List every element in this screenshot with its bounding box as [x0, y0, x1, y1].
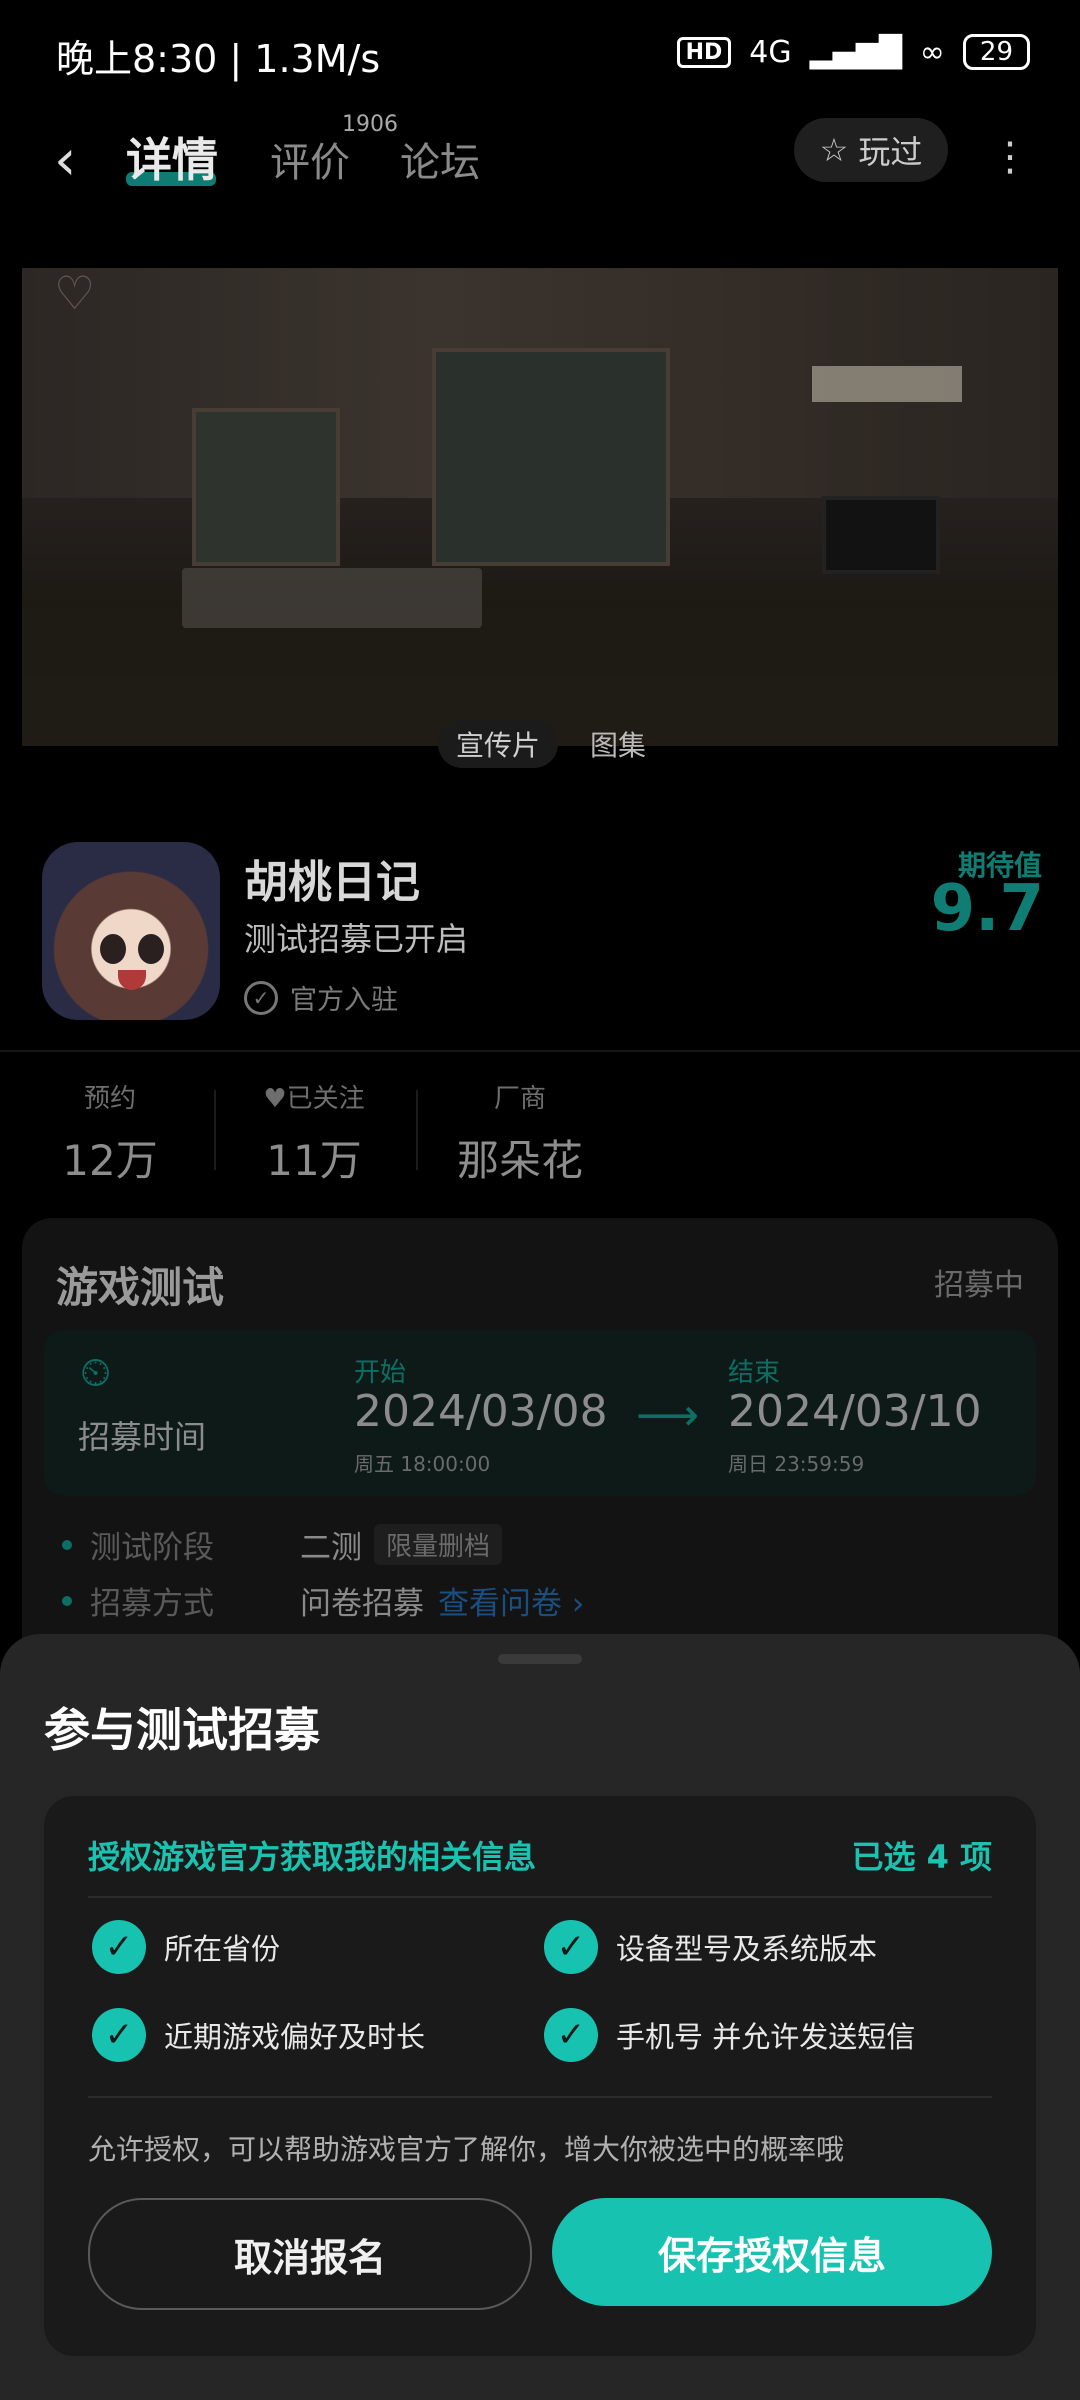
divider	[88, 2096, 992, 2098]
status-time: 晚上8:30 | 1.3M/s	[56, 37, 381, 81]
stat-developer[interactable]: 厂商 那朵花	[450, 1078, 590, 1188]
stat-label: 预约	[83, 1084, 136, 1114]
stat-label: 厂商	[493, 1084, 546, 1114]
recruit-method-row: 招募方式 问卷招募 查看问卷 ›	[62, 1578, 584, 1623]
media-tabs: 宣传片 图集	[438, 720, 664, 768]
option-province[interactable]: ✓ 所在省份	[92, 1920, 280, 1974]
official-badge: ✓ 官方入驻	[244, 978, 398, 1017]
auth-hint: 允许授权，可以帮助游戏官方了解你，增大你被选中的概率哦	[88, 2133, 845, 2166]
icon-eye	[100, 934, 126, 964]
option-device[interactable]: ✓ 设备型号及系统版本	[544, 1920, 877, 1974]
check-icon[interactable]: ✓	[92, 2008, 146, 2062]
divider	[416, 1090, 418, 1170]
hd-icon: HD	[676, 36, 732, 68]
option-label: 近期游戏偏好及时长	[164, 2020, 426, 2054]
arrow-icon: ⟶	[636, 1390, 700, 1441]
status-icons: HD 4G ▂▄▆█ ∞ 29	[676, 34, 1030, 70]
beta-icon: ⏲	[80, 1350, 112, 1396]
save-auth-button[interactable]: 保存授权信息	[552, 2198, 992, 2306]
check-icon[interactable]: ✓	[544, 2008, 598, 2062]
sheet-handle[interactable]	[498, 1654, 582, 1664]
reviews-count: 1906	[342, 112, 398, 137]
bullet-dot	[62, 1539, 72, 1550]
auth-panel: 授权游戏官方获取我的相关信息 已选 4 项 ✓ 所在省份 ✓ 设备型号及系统版本…	[44, 1796, 1036, 2356]
chevron-left-icon[interactable]: ‹	[54, 128, 76, 193]
game-icon	[42, 842, 220, 1020]
divider	[214, 1090, 216, 1170]
tab-details[interactable]: 详情	[126, 124, 218, 190]
heart-icon[interactable]: ♡	[54, 266, 116, 328]
recruit-state: 招募中	[934, 1268, 1024, 1303]
scene-sign	[812, 366, 962, 402]
played-label: 玩过	[858, 133, 923, 171]
bullet-dot	[62, 1595, 72, 1606]
panel-title: 授权游戏官方获取我的相关信息	[88, 1838, 537, 1876]
cancel-signup-button[interactable]: 取消报名	[88, 2198, 532, 2310]
test-stage-row: 测试阶段 二测 限量删档	[62, 1522, 503, 1567]
start-date: 2024/03/08	[354, 1386, 608, 1437]
game-subtitle: 测试招募已开启	[244, 920, 469, 958]
official-label: 官方入驻	[290, 985, 398, 1016]
status-bar: 晚上8:30 | 1.3M/s HD 4G ▂▄▆█ ∞ 29	[0, 0, 1080, 110]
media-banner[interactable]	[22, 268, 1058, 746]
hotspot-icon: ∞	[919, 34, 945, 70]
start-time: 周五 18:00:00	[354, 1452, 491, 1476]
divider	[0, 1050, 1080, 1052]
recruit-sheet: 参与测试招募 授权游戏官方获取我的相关信息 已选 4 项 ✓ 所在省份 ✓ 设备…	[0, 1634, 1080, 2400]
scene-tv	[822, 496, 940, 574]
signal-icon: ▂▄▆█	[809, 34, 902, 70]
tab-gallery[interactable]: 图集	[572, 720, 664, 768]
game-title: 胡桃日记	[244, 857, 420, 908]
top-nav: ‹ 详情 评价 1906 论坛 ☆ 玩过 ⋮	[0, 110, 1080, 230]
row-value: 二测	[300, 1530, 362, 1566]
row-tag: 限量删档	[374, 1524, 503, 1565]
recruit-time-box: ⏲ 招募时间 开始 2024/03/08 周五 18:00:00 ⟶ 结束 20…	[44, 1330, 1036, 1496]
heart-icon: ♥	[263, 1084, 287, 1114]
tab-forum[interactable]: 论坛	[400, 130, 480, 188]
check-icon[interactable]: ✓	[92, 1920, 146, 1974]
stat-value: 11万	[266, 1136, 362, 1185]
tab-reviews[interactable]: 评价	[270, 130, 350, 188]
icon-eye	[138, 934, 164, 964]
option-preference[interactable]: ✓ 近期游戏偏好及时长	[92, 2008, 425, 2062]
stat-value: 那朵花	[456, 1136, 583, 1185]
check-circle-icon: ✓	[244, 980, 278, 1015]
network-label: 4G	[749, 34, 792, 70]
icon-mouth	[118, 970, 146, 990]
option-phone[interactable]: ✓ 手机号 并允许发送短信	[544, 2008, 915, 2062]
stat-value: 12万	[62, 1136, 158, 1185]
stat-label: 已关注	[286, 1084, 365, 1114]
stat-reservations: 预约 12万	[60, 1078, 160, 1188]
row-key: 测试阶段	[90, 1530, 214, 1566]
option-label: 手机号 并允许发送短信	[616, 2020, 916, 2054]
option-label: 所在省份	[164, 1932, 281, 1966]
row-key: 招募方式	[90, 1586, 214, 1622]
star-icon: ☆	[819, 131, 849, 169]
divider	[88, 1896, 992, 1898]
card-title: 游戏测试	[56, 1263, 225, 1312]
played-button[interactable]: ☆ 玩过	[794, 118, 948, 182]
stat-follows[interactable]: ♥已关注 11万	[254, 1078, 374, 1188]
more-vertical-icon[interactable]: ⋮	[990, 134, 1030, 180]
option-label: 设备型号及系统版本	[616, 1932, 878, 1966]
scene-table	[182, 568, 482, 628]
start-label: 开始	[354, 1358, 407, 1388]
scene-window	[192, 408, 340, 566]
tab-trailer[interactable]: 宣传片	[438, 720, 559, 768]
selected-count: 已选 4 项	[851, 1838, 992, 1876]
end-time: 周日 23:59:59	[728, 1452, 865, 1476]
recruit-time-label: 招募时间	[78, 1418, 207, 1456]
expect-value: 9.7	[930, 872, 1044, 946]
row-value: 问卷招募	[300, 1586, 424, 1622]
scene-window	[432, 348, 670, 566]
view-questionnaire-link[interactable]: 查看问卷 ›	[438, 1578, 584, 1623]
end-date: 2024/03/10	[728, 1386, 982, 1437]
battery-icon: 29	[962, 34, 1030, 70]
end-label: 结束	[728, 1358, 781, 1388]
check-icon[interactable]: ✓	[544, 1920, 598, 1974]
sheet-title: 参与测试招募	[44, 1703, 320, 1757]
